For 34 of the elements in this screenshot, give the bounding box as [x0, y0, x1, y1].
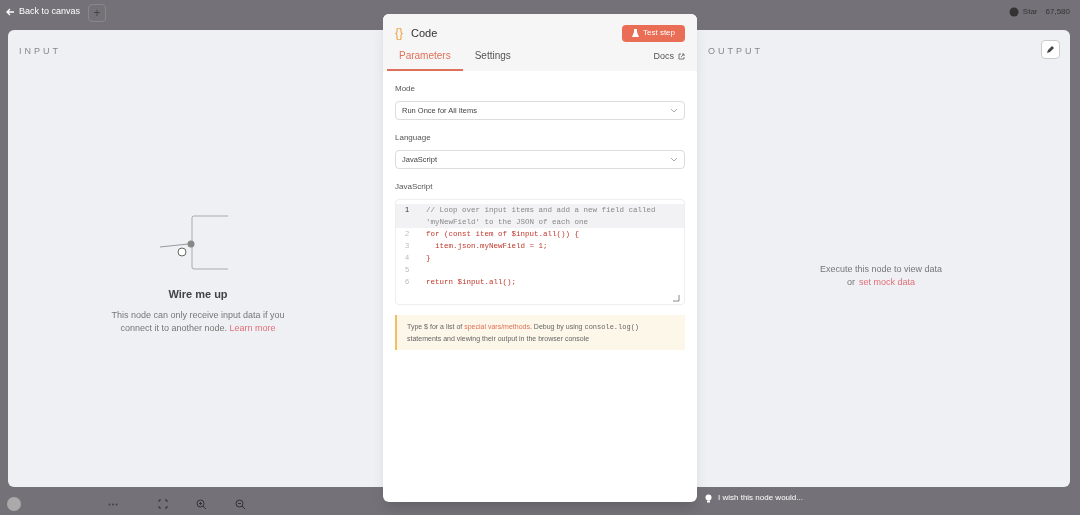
- code-icon: {}: [395, 24, 403, 42]
- or-text: or: [846, 276, 855, 289]
- chevron-down-icon: [670, 157, 678, 162]
- panel-title: OUTPUT: [708, 45, 763, 58]
- docs-link[interactable]: Docs: [653, 49, 685, 71]
- star-count: 67,580: [1045, 6, 1070, 18]
- zoom-in-icon[interactable]: [196, 498, 207, 510]
- pencil-icon: [1046, 45, 1055, 54]
- learn-more-link[interactable]: Learn more: [229, 322, 276, 333]
- empty-state-text: This node can only receive input data if you connect it to another node. Learn more: [110, 308, 286, 335]
- node-title: Code: [411, 25, 438, 41]
- panel-title: INPUT: [19, 45, 61, 58]
- arrow-left-icon: [6, 7, 15, 16]
- back-to-canvas-link[interactable]: Back to canvas: [6, 4, 81, 19]
- lightbulb-icon: [705, 493, 712, 503]
- tab[interactable]: Settings: [462, 48, 523, 71]
- empty-state-title: Wire me up: [168, 287, 228, 302]
- empty-state-text: Execute this node to view data: [819, 263, 943, 276]
- field-label: Mode: [395, 83, 416, 95]
- edit-button[interactable]: [1041, 40, 1060, 59]
- tab[interactable]: Parameters: [387, 48, 463, 71]
- avatar-icon: [6, 496, 22, 512]
- set-mock-data-link[interactable]: set mock data: [859, 276, 915, 289]
- resize-handle-icon: [672, 294, 680, 302]
- test-step-button[interactable]: Test step: [622, 24, 685, 42]
- zoom-out-icon[interactable]: [235, 498, 246, 510]
- external-link-icon: [678, 52, 685, 60]
- fit-view-icon[interactable]: [158, 499, 168, 509]
- more-icon[interactable]: [108, 502, 118, 506]
- feedback-link[interactable]: I wish this node would...: [718, 492, 803, 504]
- field-label: Language: [395, 132, 432, 144]
- field-label: JavaScript: [395, 181, 434, 193]
- chevron-down-icon: [670, 108, 678, 113]
- flask-icon: [632, 29, 639, 37]
